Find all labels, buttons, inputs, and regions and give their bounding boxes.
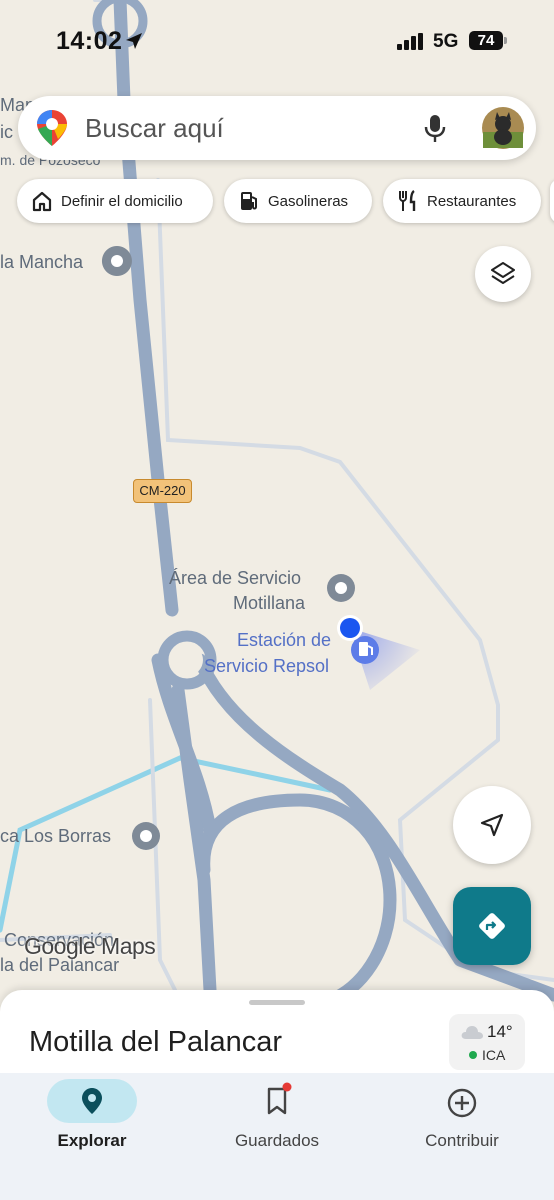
google-maps-pin-icon: [37, 110, 67, 146]
nav-contribute[interactable]: Contribuir: [370, 1073, 554, 1200]
microphone-icon[interactable]: [423, 114, 447, 144]
battery-cap: [504, 37, 507, 44]
nav-label: Guardados: [234, 1131, 320, 1150]
chip-label: Gasolineras: [268, 192, 349, 210]
search-input[interactable]: Buscar aquí: [85, 113, 224, 144]
road-shield: CM-220: [133, 479, 192, 503]
chip-more[interactable]: [550, 179, 554, 223]
layers-icon: [491, 262, 515, 284]
map-place-label-area-servicio-2[interactable]: Motillana: [233, 591, 305, 615]
add-circle-icon: [447, 1088, 477, 1118]
chip-restaurants[interactable]: Restaurantes: [383, 179, 541, 223]
status-bar: 14:02 5G 74: [0, 0, 554, 84]
navigation-arrow-icon: [480, 813, 504, 837]
restaurant-icon: [399, 190, 416, 211]
google-maps-logo: Google Maps: [24, 933, 156, 959]
notification-dot-icon: [282, 1082, 292, 1092]
chip-gas-stations[interactable]: Gasolineras: [224, 179, 372, 223]
avatar[interactable]: [481, 106, 525, 150]
nav-explore[interactable]: Explorar: [0, 1073, 184, 1200]
status-time: 14:02: [56, 27, 123, 55]
signal-icon: [397, 33, 423, 50]
map-place-label-estacion-2[interactable]: Servicio Repsol: [204, 654, 329, 678]
chip-label: Definir el domicilio: [61, 192, 183, 210]
my-location-button[interactable]: [453, 786, 531, 864]
home-icon: [32, 191, 52, 212]
directions-icon: [479, 913, 505, 939]
explore-pin-icon: [82, 1088, 102, 1114]
air-quality-label: ICA: [482, 1047, 506, 1063]
map-place-label: ic: [0, 122, 13, 142]
chip-set-home[interactable]: Definir el domicilio: [17, 179, 213, 223]
network-type: 5G: [433, 31, 459, 52]
chip-label: Restaurantes: [427, 192, 517, 210]
gas-station-icon: [241, 192, 257, 210]
bottom-navigation: Explorar Guardados Contribuir: [0, 1073, 554, 1200]
layers-button[interactable]: [475, 246, 531, 302]
directions-button[interactable]: [453, 887, 531, 965]
map-place-label-mancha[interactable]: la Mancha: [0, 250, 83, 274]
place-title: Motilla del Palancar: [29, 1026, 283, 1058]
nav-label: Explorar: [57, 1131, 127, 1150]
bottom-sheet[interactable]: Motilla del Palancar 14° ICA: [0, 990, 554, 1080]
nav-saved[interactable]: Guardados: [185, 1073, 369, 1200]
map-place-label-area-servicio[interactable]: Área de Servicio: [169, 566, 301, 590]
location-arrow-icon: [126, 33, 142, 49]
weather-widget[interactable]: 14° ICA: [449, 1014, 525, 1070]
air-quality-dot: [469, 1051, 477, 1059]
map-place-label-borras[interactable]: ca Los Borras: [0, 824, 111, 848]
sheet-drag-handle[interactable]: [249, 1000, 305, 1005]
battery-icon: 74: [469, 31, 503, 50]
weather-temp: 14°: [487, 1022, 513, 1041]
nav-label: Contribuir: [425, 1131, 499, 1150]
search-bar[interactable]: Buscar aquí: [18, 96, 536, 160]
cloud-icon: [461, 1026, 483, 1039]
map-place-label-estacion[interactable]: Estación de: [237, 628, 331, 652]
